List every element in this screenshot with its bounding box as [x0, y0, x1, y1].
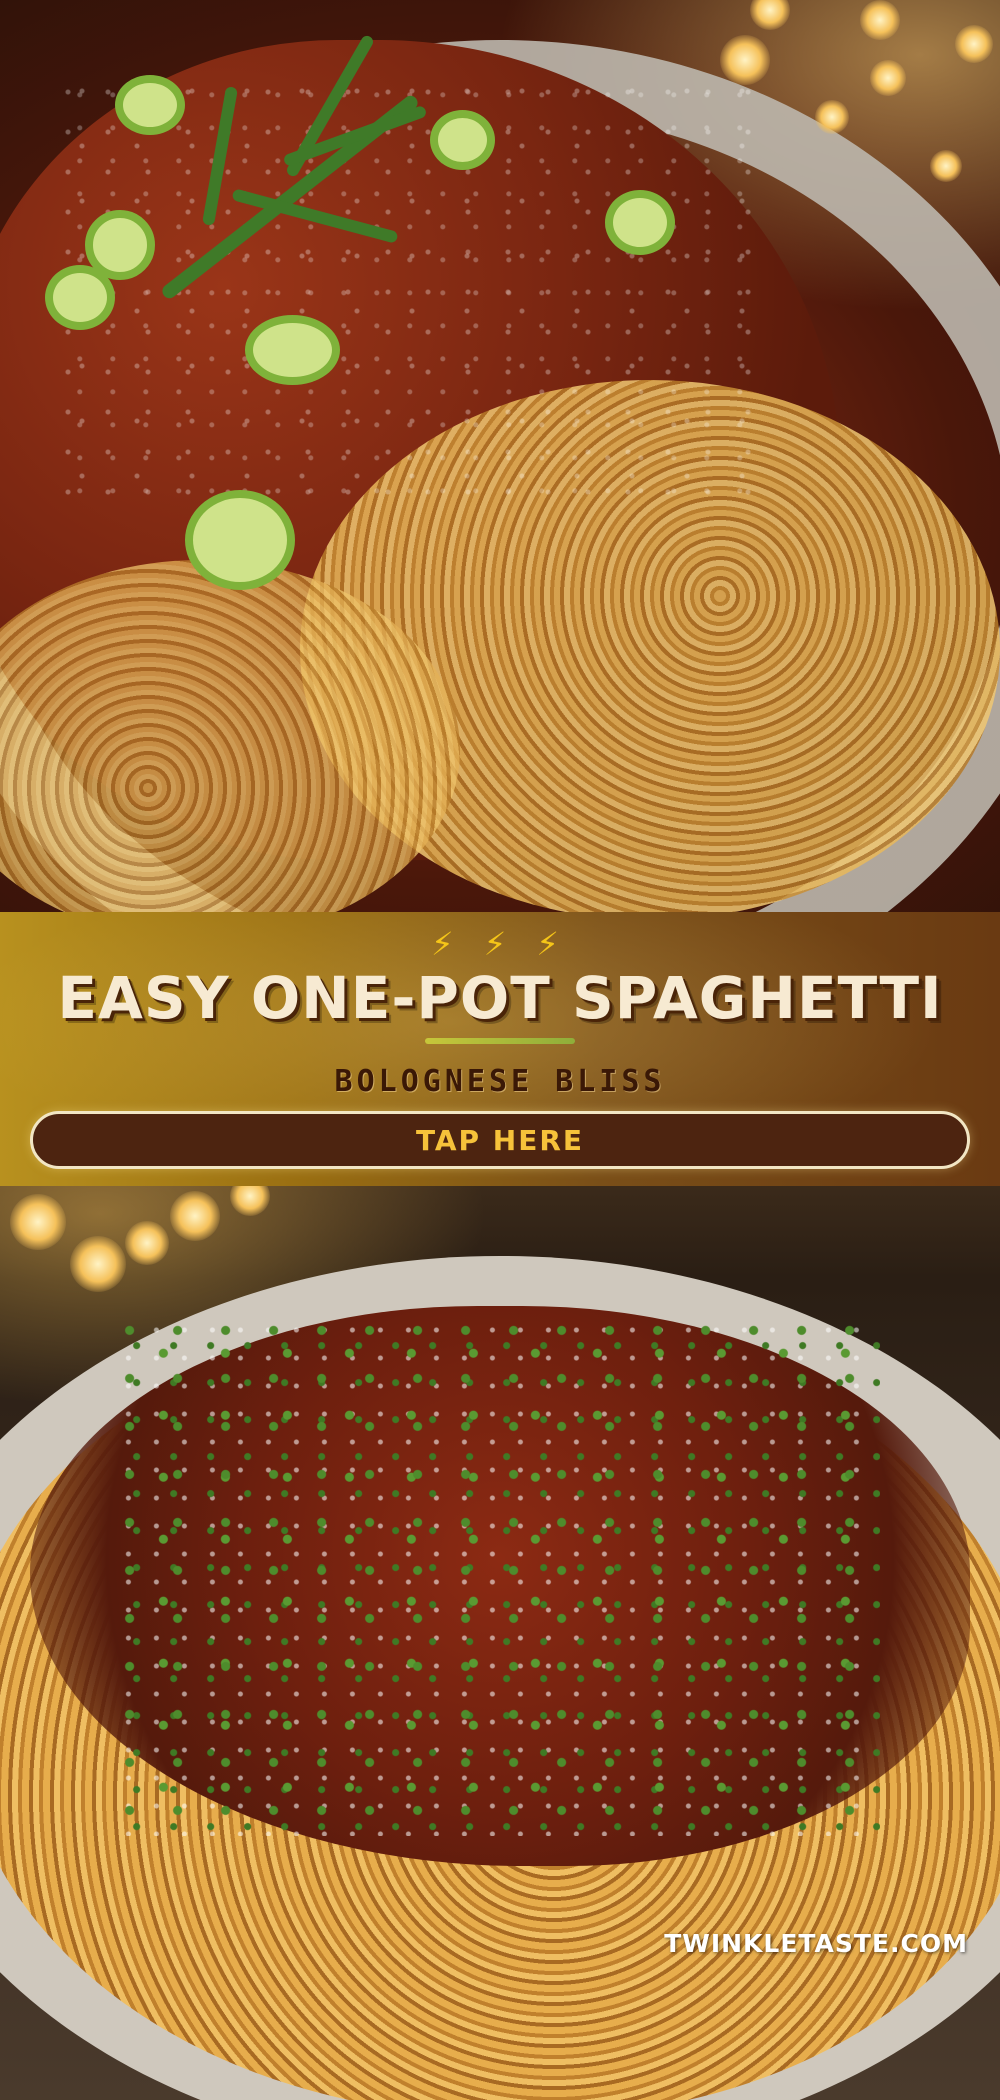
bokeh-light: [815, 100, 849, 134]
recipe-pin: ⚡ ⚡ ⚡ EASY ONE-POT SPAGHETTI BOLOGNESE B…: [0, 0, 1000, 2100]
recipe-subtitle: BOLOGNESE BLISS: [334, 1064, 666, 1099]
parsley-and-parmesan: [120, 1316, 880, 1836]
bokeh-light: [230, 1186, 270, 1216]
scallion-ring: [115, 75, 185, 135]
lightning-bolts-icon: ⚡ ⚡ ⚡: [431, 925, 569, 963]
scallion-ring: [430, 110, 495, 170]
scallion-ring: [605, 190, 675, 255]
bokeh-light: [170, 1191, 220, 1241]
bokeh-light: [10, 1194, 66, 1250]
bokeh-light: [125, 1221, 169, 1265]
site-watermark: TWINKLETASTE.COM: [664, 1929, 968, 1958]
title-divider: [425, 1038, 575, 1044]
bokeh-light: [70, 1236, 126, 1292]
bokeh-light: [955, 25, 993, 63]
bokeh-light: [860, 0, 900, 40]
bokeh-light: [750, 0, 790, 30]
scallion-ring: [45, 265, 115, 330]
title-banner: ⚡ ⚡ ⚡ EASY ONE-POT SPAGHETTI BOLOGNESE B…: [0, 912, 1000, 1186]
scallion-ring: [245, 315, 340, 385]
bottom-food-photo: TWINKLETASTE.COM: [0, 1186, 1000, 2100]
bokeh-light: [870, 60, 906, 96]
scallion-ring: [185, 490, 295, 590]
top-food-photo: [0, 0, 1000, 912]
tap-here-button[interactable]: TAP HERE: [30, 1111, 970, 1169]
tap-here-label: TAP HERE: [415, 1123, 585, 1157]
bokeh-light: [720, 35, 770, 85]
bokeh-light: [930, 150, 962, 182]
recipe-title: EASY ONE-POT SPAGHETTI: [57, 964, 943, 1032]
